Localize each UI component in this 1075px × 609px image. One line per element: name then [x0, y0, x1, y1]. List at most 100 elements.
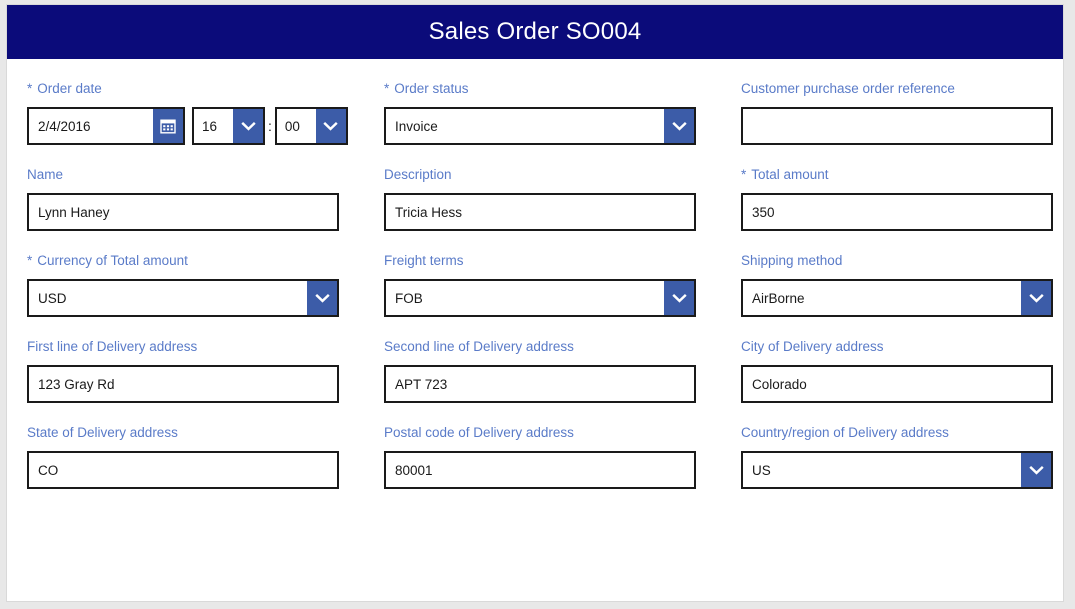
field-value[interactable]: Lynn Haney — [29, 195, 337, 229]
form-row: State of Delivery address CO Postal code o… — [27, 403, 1053, 489]
form-field-description: Description Tricia Hess — [384, 145, 696, 231]
text-input-second-line-of-delivery-address[interactable]: APT 723 — [384, 365, 696, 403]
label-text: Total amount — [751, 167, 829, 182]
label-text: First line of Delivery address — [27, 339, 198, 354]
label-order-date: * Order date — [27, 81, 339, 97]
form-field-state-of-delivery-address: State of Delivery address CO — [27, 403, 339, 489]
field-value[interactable]: 80001 — [386, 453, 694, 487]
label-order-status: * Order status — [384, 81, 696, 97]
text-input-postal-code-of-delivery-address[interactable]: 80001 — [384, 451, 696, 489]
page-title: Sales Order SO004 — [428, 18, 642, 45]
field-value[interactable]: CO — [29, 453, 337, 487]
sales-order-page: Sales Order SO004 * Order date 2/4/2016 16:… — [0, 0, 1075, 609]
hour-dropdown-button[interactable] — [233, 109, 263, 143]
select-shipping-method[interactable]: AirBorne — [741, 279, 1053, 317]
field-value[interactable]: Colorado — [743, 367, 1051, 401]
text-input-name[interactable]: Lynn Haney — [27, 193, 339, 231]
select-order-status[interactable]: Invoice — [384, 107, 696, 145]
field-value[interactable]: US — [743, 453, 1021, 487]
field-value[interactable] — [743, 109, 1051, 143]
calendar-icon — [160, 119, 176, 134]
dropdown-button[interactable] — [307, 281, 337, 315]
form-field-customer-purchase-order-reference: Customer purchase order reference — [741, 59, 1053, 145]
text-input-description[interactable]: Tricia Hess — [384, 193, 696, 231]
label-text: Freight terms — [384, 253, 464, 268]
hour-select[interactable]: 16 — [192, 107, 265, 145]
dropdown-button[interactable] — [664, 109, 694, 143]
chevron-down-icon — [1028, 293, 1044, 303]
form-field-shipping-method: Shipping method AirBorne — [741, 231, 1053, 317]
field-value[interactable]: AirBorne — [743, 281, 1021, 315]
select-freight-terms[interactable]: FOB — [384, 279, 696, 317]
dropdown-button[interactable] — [664, 281, 694, 315]
label-name: Name — [27, 167, 339, 183]
label-total-amount: * Total amount — [741, 167, 1053, 183]
label-text: Second line of Delivery address — [384, 339, 574, 354]
form-field-second-line-of-delivery-address: Second line of Delivery address APT 723 — [384, 317, 696, 403]
chevron-down-icon — [671, 121, 687, 131]
select-country-region-of-delivery-address[interactable]: US — [741, 451, 1053, 489]
label-description: Description — [384, 167, 696, 183]
required-marker: * — [27, 253, 33, 268]
dropdown-button[interactable] — [1021, 281, 1051, 315]
label-customer-purchase-order-reference: Customer purchase order reference — [741, 81, 1053, 97]
form-field-country-region-of-delivery-address: Country/region of Delivery address US — [741, 403, 1053, 489]
field-value[interactable]: 350 — [743, 195, 1051, 229]
chevron-down-icon — [671, 293, 687, 303]
form-field-name: Name Lynn Haney — [27, 145, 339, 231]
field-value[interactable]: APT 723 — [386, 367, 694, 401]
date-value[interactable]: 2/4/2016 — [29, 109, 153, 143]
text-input-first-line-of-delivery-address[interactable]: 123 Gray Rd — [27, 365, 339, 403]
field-value[interactable]: Invoice — [386, 109, 664, 143]
text-input-total-amount[interactable]: 350 — [741, 193, 1053, 231]
label-text: Name — [27, 167, 64, 182]
date-input-order-date[interactable]: 2/4/2016 — [27, 107, 185, 145]
chevron-down-icon — [314, 293, 330, 303]
label-postal-code-of-delivery-address: Postal code of Delivery address — [384, 425, 696, 441]
form-row: First line of Delivery address 123 Gray R… — [27, 317, 1053, 403]
label-text: Currency of Total amount — [37, 253, 188, 268]
text-input-customer-purchase-order-reference[interactable] — [741, 107, 1053, 145]
field-value[interactable]: Tricia Hess — [386, 195, 694, 229]
label-currency-of-total-amount: * Currency of Total amount — [27, 253, 339, 269]
label-text: Customer purchase order reference — [741, 81, 955, 96]
form-field-city-of-delivery-address: City of Delivery address Colorado — [741, 317, 1053, 403]
label-first-line-of-delivery-address: First line of Delivery address — [27, 339, 339, 355]
label-text: City of Delivery address — [741, 339, 884, 354]
label-text: Postal code of Delivery address — [384, 425, 574, 440]
label-country-region-of-delivery-address: Country/region of Delivery address — [741, 425, 1053, 441]
label-text: Description — [384, 167, 452, 182]
required-marker: * — [27, 81, 33, 96]
datetime-group: 2/4/2016 16:00 — [27, 107, 348, 145]
required-marker: * — [741, 167, 747, 182]
minute-select[interactable]: 00 — [274, 107, 348, 145]
field-value[interactable]: FOB — [386, 281, 664, 315]
form-field-currency-of-total-amount: * Currency of Total amount USD — [27, 231, 339, 317]
label-text: Shipping method — [741, 253, 843, 268]
field-value[interactable]: USD — [29, 281, 307, 315]
label-freight-terms: Freight terms — [384, 253, 696, 269]
label-text: Country/region of Delivery address — [741, 425, 949, 440]
label-second-line-of-delivery-address: Second line of Delivery address — [384, 339, 696, 355]
time-separator: : — [268, 118, 272, 134]
text-input-city-of-delivery-address[interactable]: Colorado — [741, 365, 1053, 403]
form-field-postal-code-of-delivery-address: Postal code of Delivery address 80001 — [384, 403, 696, 489]
form-row: Name Lynn Haney Description Tricia Hess * Tot… — [27, 145, 1053, 231]
select-currency-of-total-amount[interactable]: USD — [27, 279, 339, 317]
minute-value[interactable]: 00 — [277, 109, 316, 143]
form-field-freight-terms: Freight terms FOB — [384, 231, 696, 317]
form-row: * Order date 2/4/2016 16:00 * Order status Inv… — [27, 59, 1053, 145]
minute-dropdown-button[interactable] — [315, 109, 346, 143]
chevron-down-icon — [323, 121, 339, 131]
form-field-order-date: * Order date 2/4/2016 16:00 — [27, 59, 348, 145]
sales-order-card: Sales Order SO004 * Order date 2/4/2016 16:… — [6, 4, 1064, 602]
hour-value[interactable]: 16 — [194, 109, 233, 143]
calendar-picker-button[interactable] — [153, 109, 183, 143]
label-state-of-delivery-address: State of Delivery address — [27, 425, 339, 441]
field-value[interactable]: 123 Gray Rd — [29, 367, 337, 401]
text-input-state-of-delivery-address[interactable]: CO — [27, 451, 339, 489]
label-text: Order date — [37, 81, 102, 96]
chevron-down-icon — [1028, 465, 1044, 475]
label-city-of-delivery-address: City of Delivery address — [741, 339, 1053, 355]
dropdown-button[interactable] — [1021, 453, 1051, 487]
